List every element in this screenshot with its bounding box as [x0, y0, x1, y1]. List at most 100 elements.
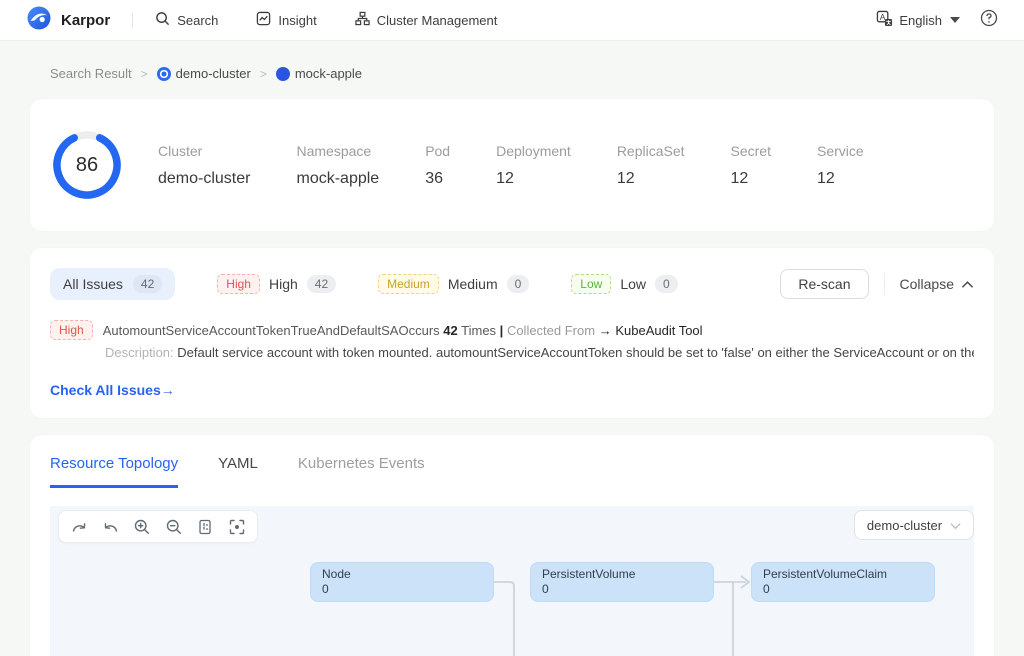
- health-score-value: 86: [50, 128, 124, 202]
- breadcrumb-separator: >: [141, 67, 148, 81]
- redo-icon[interactable]: [70, 518, 88, 536]
- tab-yaml[interactable]: YAML: [218, 455, 258, 488]
- breadcrumb-cluster[interactable]: demo-cluster: [157, 66, 251, 81]
- stat-service: Service 12: [817, 143, 864, 188]
- stat-replicaset: ReplicaSet 12: [617, 143, 685, 188]
- nav-item-label: Search: [177, 13, 218, 28]
- filter-medium-count: 0: [507, 275, 530, 293]
- svg-text:A: A: [880, 12, 886, 22]
- translate-icon: A: [876, 10, 893, 30]
- nav-item-label: Cluster Management: [377, 13, 498, 28]
- rescan-button[interactable]: Re-scan: [780, 269, 868, 299]
- nav-right: A English: [876, 9, 998, 32]
- stat-secret: Secret 12: [731, 143, 771, 188]
- breadcrumb: Search Result > demo-cluster > mock-appl…: [50, 66, 1024, 81]
- breadcrumb-resource-label: mock-apple: [295, 66, 362, 81]
- arrow-right-icon: →: [599, 323, 612, 338]
- nav-menu: Search Insight Cluster Management: [155, 11, 497, 29]
- check-all-issues-link[interactable]: Check All Issues→: [50, 382, 175, 398]
- fit-view-icon[interactable]: [196, 518, 214, 536]
- chevron-up-icon: [961, 276, 974, 292]
- cluster-icon: [157, 67, 171, 81]
- brand-name: Karpor: [61, 12, 110, 29]
- cluster-select-value: demo-cluster: [867, 518, 942, 533]
- resource-stats: Cluster demo-cluster Namespace mock-appl…: [158, 143, 864, 188]
- cluster-management-icon: [355, 11, 370, 29]
- issue-collected-from: Collected From: [507, 323, 595, 338]
- issue-occurs: Occurs: [398, 323, 439, 338]
- zoom-in-icon[interactable]: [133, 518, 151, 536]
- stat-namespace: Namespace mock-apple: [296, 143, 379, 188]
- caret-down-icon: [950, 17, 960, 23]
- filter-medium-label: Medium: [448, 276, 498, 292]
- karpor-logo-icon: [26, 5, 52, 36]
- stat-pod: Pod 36: [425, 143, 450, 188]
- filter-actions: Re-scan Collapse: [780, 269, 974, 299]
- low-severity-tag: Low: [571, 274, 611, 294]
- filter-high-count: 42: [307, 275, 336, 293]
- topology-card: Resource Topology YAML Kubernetes Events: [30, 435, 994, 656]
- filter-high[interactable]: High High 42: [217, 274, 336, 294]
- language-label: English: [899, 13, 942, 28]
- insight-icon: [256, 11, 271, 29]
- filter-high-label: High: [269, 276, 298, 292]
- filter-low[interactable]: Low Low 0: [571, 274, 677, 294]
- high-severity-tag: High: [217, 274, 260, 294]
- nav-item-cluster-management[interactable]: Cluster Management: [355, 11, 498, 29]
- filter-low-label: Low: [620, 276, 646, 292]
- topology-node-persistentvolume[interactable]: PersistentVolume 0: [530, 562, 714, 602]
- tab-resource-topology[interactable]: Resource Topology: [50, 455, 178, 488]
- issue-times: Times: [461, 323, 496, 338]
- nav-divider: [132, 13, 133, 28]
- help-icon[interactable]: [980, 9, 998, 32]
- topology-node-node[interactable]: Node 0: [310, 562, 494, 602]
- score-card: 86 Cluster demo-cluster Namespace mock-a…: [30, 99, 994, 231]
- issue-count: 42: [443, 323, 457, 338]
- issues-footer: Check All Issues→: [50, 382, 974, 400]
- language-selector[interactable]: A English: [876, 10, 960, 30]
- issues-card: All Issues 42 High High 42 Medium Medium…: [30, 248, 994, 418]
- issue-summary: AutomountServiceAccountTokenTrueAndDefau…: [103, 323, 703, 338]
- cluster-select[interactable]: demo-cluster: [854, 510, 974, 540]
- tabs: Resource Topology YAML Kubernetes Events: [30, 455, 994, 488]
- tab-kubernetes-events[interactable]: Kubernetes Events: [298, 455, 425, 488]
- description-label: Description:: [105, 345, 174, 360]
- filter-all-label: All Issues: [63, 276, 123, 292]
- nav-item-search[interactable]: Search: [155, 11, 218, 29]
- topology-node-persistentvolumeclaim[interactable]: PersistentVolumeClaim 0: [751, 562, 935, 602]
- brand[interactable]: Karpor: [26, 5, 110, 36]
- issue-severity-tag: High: [50, 320, 93, 340]
- stat-cluster: Cluster demo-cluster: [158, 143, 250, 188]
- topology-canvas[interactable]: demo-cluster Node 0 PersistentVolume 0 P…: [50, 506, 974, 656]
- vertical-divider: [884, 273, 885, 295]
- graph-toolbar: [58, 510, 258, 543]
- breadcrumb-root[interactable]: Search Result: [50, 66, 132, 81]
- issue-pipe: |: [500, 323, 504, 338]
- health-score-ring: 86: [50, 128, 124, 202]
- search-icon: [155, 11, 170, 29]
- collapse-label: Collapse: [900, 276, 954, 292]
- nav-item-label: Insight: [278, 13, 316, 28]
- filter-all-count: 42: [133, 275, 162, 293]
- collapse-toggle[interactable]: Collapse: [900, 276, 974, 292]
- center-focus-icon[interactable]: [228, 518, 246, 536]
- zoom-out-icon[interactable]: [165, 518, 183, 536]
- filter-medium[interactable]: Medium Medium 0: [378, 274, 529, 294]
- medium-severity-tag: Medium: [378, 274, 439, 294]
- undo-icon[interactable]: [102, 518, 120, 536]
- issue-title: AutomountServiceAccountTokenTrueAndDefau…: [103, 323, 399, 338]
- issue-description: Description: Default service account wit…: [105, 345, 974, 360]
- stat-deployment: Deployment 12: [496, 143, 571, 188]
- breadcrumb-cluster-label: demo-cluster: [176, 66, 251, 81]
- filter-all-issues[interactable]: All Issues 42: [50, 268, 175, 300]
- issue-filter-row: All Issues 42 High High 42 Medium Medium…: [50, 268, 974, 300]
- chevron-down-icon: [950, 518, 961, 533]
- breadcrumb-resource[interactable]: mock-apple: [276, 66, 362, 81]
- issue-row[interactable]: High AutomountServiceAccountTokenTrueAnd…: [50, 320, 974, 340]
- namespace-icon: [276, 67, 290, 81]
- breadcrumb-separator: >: [260, 67, 267, 81]
- description-text: Default service account with token mount…: [177, 345, 974, 360]
- filter-low-count: 0: [655, 275, 678, 293]
- nav-item-insight[interactable]: Insight: [256, 11, 316, 29]
- top-nav: Karpor Search Insight: [0, 0, 1024, 41]
